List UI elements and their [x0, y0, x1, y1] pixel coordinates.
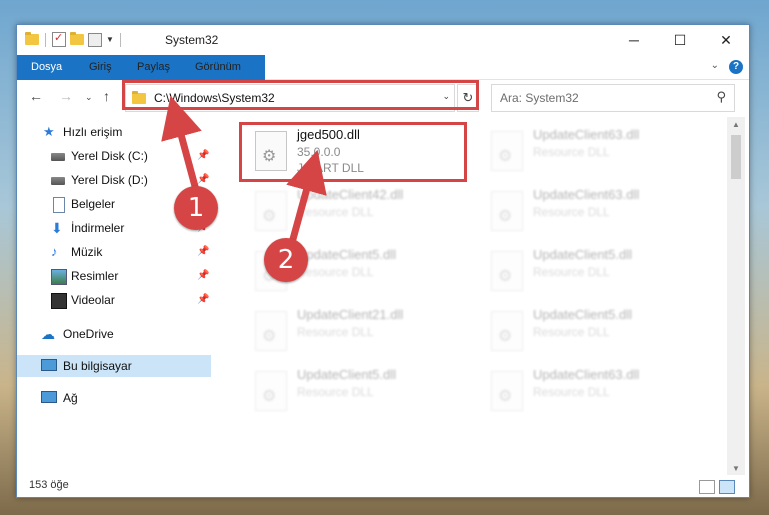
navigation-bar: ← → ⌄ ↑ C:\Windows\System32 ⌄ ↻ Ara: Sys… — [17, 80, 749, 114]
search-box[interactable]: Ara: System32 ⚲ — [491, 84, 735, 112]
nav-item-music[interactable]: ♪ Müzik 📌 — [17, 241, 211, 263]
file-item[interactable]: UpdateClient63.dll Resource DLL — [481, 367, 701, 423]
download-icon: ⬇ — [51, 220, 63, 236]
nav-item-network[interactable]: Ağ — [17, 387, 211, 409]
nav-item-videos[interactable]: Videolar 📌 — [17, 289, 211, 311]
navigation-pane: ★ Hızlı erişim Yerel Disk (C:) 📌 Yerel D… — [17, 117, 211, 477]
nav-item-local-disk-c[interactable]: Yerel Disk (C:) 📌 — [17, 145, 211, 167]
quick-access-toolbar: ▼ — [25, 31, 123, 47]
file-item[interactable]: UpdateClient5.dll Resource DLL — [481, 247, 701, 303]
pin-icon[interactable]: 📌 — [197, 289, 209, 311]
picture-icon — [51, 269, 67, 285]
file-highlight-box — [239, 122, 467, 182]
dll-file-icon — [491, 371, 523, 411]
dll-file-icon — [255, 191, 287, 231]
cloud-icon: ☁ — [41, 326, 55, 342]
nav-item-local-disk-d[interactable]: Yerel Disk (D:) 📌 — [17, 169, 211, 191]
nav-item-quick-access[interactable]: ★ Hızlı erişim — [17, 121, 211, 143]
item-count: 153 öğe — [29, 479, 69, 491]
folder-icon — [132, 91, 146, 104]
window-title: System32 — [165, 33, 219, 47]
divider — [119, 32, 121, 47]
file-list: jged500.dll 35.0.0.0 JG ART DLL UpdateCl… — [213, 117, 727, 477]
network-icon — [41, 391, 57, 403]
file-item[interactable]: UpdateClient63.dll Resource DLL — [481, 187, 701, 243]
address-dropdown-icon[interactable]: ⌄ — [442, 91, 450, 102]
dll-file-icon — [491, 311, 523, 351]
vertical-scrollbar[interactable]: ▲ ▼ — [727, 117, 745, 477]
properties-check-icon[interactable] — [52, 31, 66, 47]
scroll-thumb[interactable] — [731, 135, 741, 179]
dll-file-icon — [491, 251, 523, 291]
step-2-badge: 2 — [264, 238, 308, 282]
tab-share[interactable]: Paylaş — [125, 55, 182, 79]
nav-item-this-pc[interactable]: Bu bilgisayar — [17, 355, 211, 377]
title-bar: ▼ System32 ─ ☐ ✕ — [17, 25, 749, 55]
pin-icon[interactable]: 📌 — [197, 241, 209, 263]
file-item[interactable]: UpdateClient5.dll Resource DLL — [481, 307, 701, 363]
pin-icon[interactable]: 📌 — [197, 265, 209, 287]
dll-file-icon — [255, 371, 287, 411]
customize-icon[interactable] — [88, 32, 102, 47]
pin-icon[interactable]: 📌 — [197, 145, 209, 167]
back-arrow-icon[interactable]: ← — [29, 88, 43, 104]
disk-icon — [51, 177, 65, 185]
help-icon[interactable]: ? — [729, 60, 743, 74]
disk-icon — [51, 153, 65, 161]
folder-icon — [25, 32, 39, 45]
file-item[interactable]: UpdateClient5.dll Resource DLL — [245, 367, 465, 423]
nav-item-pictures[interactable]: Resimler 📌 — [17, 265, 211, 287]
up-arrow-icon[interactable]: ↑ — [103, 88, 110, 104]
status-bar: 153 öğe — [17, 475, 749, 497]
details-view-icon[interactable] — [699, 480, 715, 494]
qat-dropdown-icon[interactable]: ▼ — [106, 35, 114, 44]
file-item[interactable]: UpdateClient63.dll Resource DLL — [481, 127, 701, 183]
minimize-button[interactable]: ─ — [611, 25, 657, 55]
search-icon[interactable]: ⚲ — [716, 89, 726, 105]
maximize-button[interactable]: ☐ — [657, 25, 703, 55]
divider — [45, 32, 46, 47]
document-icon — [53, 197, 65, 213]
expand-ribbon-icon[interactable]: ⌄ — [711, 60, 719, 71]
recent-locations-icon[interactable]: ⌄ — [85, 92, 93, 103]
music-icon: ♪ — [51, 244, 58, 259]
ribbon-tabs: Dosya Giriş Paylaş Görünüm ⌄ ? — [17, 55, 749, 111]
tab-view[interactable]: Görünüm — [183, 55, 253, 79]
refresh-button[interactable]: ↻ — [457, 84, 479, 112]
explorer-window: ▼ System32 ─ ☐ ✕ Dosya Giriş Paylaş Görü… — [16, 24, 750, 498]
file-item[interactable]: UpdateClient21.dll Resource DLL — [245, 307, 465, 363]
computer-icon — [41, 359, 57, 371]
tab-home[interactable]: Giriş — [77, 55, 124, 79]
video-icon — [51, 293, 67, 309]
close-button[interactable]: ✕ — [703, 25, 749, 55]
tiles-view-icon[interactable] — [719, 480, 735, 494]
address-bar[interactable]: C:\Windows\System32 ⌄ — [125, 84, 455, 112]
forward-arrow-icon[interactable]: → — [59, 88, 73, 104]
search-input[interactable]: Ara: System32 — [500, 91, 579, 105]
dll-file-icon — [491, 131, 523, 171]
nav-item-onedrive[interactable]: ☁ OneDrive — [17, 323, 211, 345]
star-icon: ★ — [43, 124, 55, 139]
new-folder-icon[interactable] — [70, 32, 84, 45]
step-1-badge: 1 — [174, 186, 218, 230]
scroll-up-icon[interactable]: ▲ — [727, 117, 745, 133]
address-path[interactable]: C:\Windows\System32 — [154, 91, 275, 105]
dll-file-icon — [491, 191, 523, 231]
dll-file-icon — [255, 311, 287, 351]
file-item[interactable]: UpdateClient42.dll Resource DLL — [245, 187, 465, 243]
